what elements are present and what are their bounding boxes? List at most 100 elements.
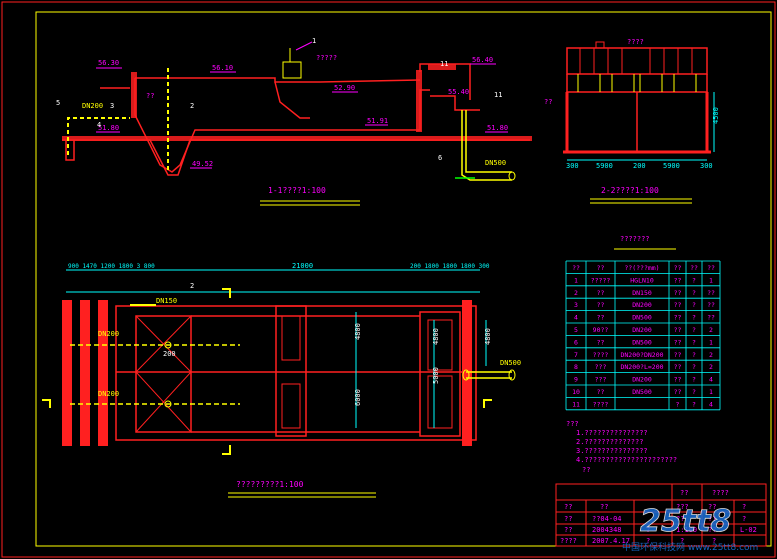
section1-callout-leader-1 <box>295 41 313 51</box>
plan-pipe-dn500: DN500 <box>500 359 521 367</box>
cad-drawing-canvas: ???? ??(???mm)???? ??1????? HGLN10??? 12?? DN… <box>1 1 776 558</box>
table-cell: 2 <box>574 289 578 297</box>
level-label-9: 49.52 <box>192 160 213 168</box>
callout-3: 3 <box>110 102 114 110</box>
section1-outlet-pipe <box>461 110 512 181</box>
plan-view <box>42 269 516 498</box>
table-cell: ???? <box>593 351 609 359</box>
table-cell: ? <box>692 276 696 284</box>
table-cell: ? <box>692 376 696 384</box>
tb-r2-1: ?? <box>600 503 608 511</box>
table-cell: ???? <box>593 400 609 408</box>
notes-line-3: 3.??????????????? <box>576 447 648 455</box>
plan-pipe-dn150: DN150 <box>156 297 177 305</box>
table-cell: ? <box>692 314 696 322</box>
level-label-2: 56.10 <box>212 64 233 72</box>
table-cell: ? <box>692 326 696 334</box>
table-cell: 3 <box>574 301 578 309</box>
equipment-table: ???? ??(???mm)???? ??1????? HGLN10??? 12?? DN… <box>565 248 721 411</box>
level-label-1: 56.30 <box>98 59 119 67</box>
table-cell: DN200 <box>632 376 652 384</box>
callout-11-right: 11 <box>494 91 502 99</box>
table-header-cell: ?? <box>572 264 580 272</box>
plan-total-dim: 21000 <box>292 262 313 270</box>
table-cell: 4 <box>574 314 578 322</box>
table-cell: ?? <box>674 276 682 284</box>
table-cell: ?? <box>674 338 682 346</box>
plan-right-dims: 200 1800 1800 1800 300 <box>410 263 490 270</box>
plan-outer-wall <box>115 305 477 441</box>
table-cell: ? <box>692 388 696 396</box>
table-cell: HGLN10 <box>630 276 654 284</box>
plan-left-wall-2 <box>80 300 90 446</box>
section1-baffle <box>274 81 310 119</box>
plan-inlet-pipes <box>70 344 240 405</box>
watermark: 25tt8 中国环保科技网 www.25tt8.com <box>622 504 758 553</box>
table-cell: 4 <box>709 376 713 384</box>
table-cell: ? <box>692 363 696 371</box>
plan-inlet-chamber <box>135 315 192 433</box>
plan-vdim-4: 4800 <box>484 328 492 345</box>
section1-water-surface <box>135 77 421 83</box>
section2-top-walkway <box>566 47 708 75</box>
notes-line-1: 1.??????????????? <box>576 429 648 437</box>
section1-label-q: ?? <box>146 92 154 100</box>
plan-mid-structure <box>275 305 307 437</box>
level-label-3: 56.40 <box>472 56 493 64</box>
tb-r1-0: ?? <box>680 489 688 497</box>
table-cell: DN500 <box>632 314 652 322</box>
plan-vdim-0: 4800 <box>354 323 362 340</box>
tb-r2-0: ?? <box>564 503 572 511</box>
table-cell: DN200?DN200 <box>620 351 663 359</box>
callout-11-top: 11 <box>440 60 448 68</box>
table-cell: DN200 <box>632 301 652 309</box>
table-cell: ?? <box>597 388 605 396</box>
table-cell: ????? <box>591 276 611 284</box>
tb-r1-1: ???? <box>712 489 729 497</box>
notes-line-4: 4.?????????????????????? <box>576 456 677 464</box>
table-cell: ?? <box>597 289 605 297</box>
table-cell: ?? <box>674 326 682 334</box>
table-header-cell: ?? <box>707 264 715 272</box>
table-cell: 2 <box>709 326 713 334</box>
callout-1: 1 <box>312 37 316 45</box>
section-marker-bottom <box>222 445 231 455</box>
section1-inlet-pipe <box>67 68 169 170</box>
table-cell: ? <box>692 338 696 346</box>
table-cell: ?? <box>674 376 682 384</box>
tb-r3-1: ??04-04 <box>592 515 622 523</box>
table-cell: ?? <box>597 338 605 346</box>
table-cell: 10 <box>572 388 580 396</box>
outer-sheet-border <box>1 1 776 558</box>
table-cell: 6 <box>574 338 578 346</box>
table-cell: ? <box>692 400 696 408</box>
table-cell: ? <box>676 400 680 408</box>
plan-mid-box-top <box>281 315 301 361</box>
tb-r5-0: ???? <box>560 537 577 545</box>
table-cell: ?? <box>674 351 682 359</box>
table-cell: ?? <box>674 363 682 371</box>
table-header-cell: ??(???mm) <box>624 264 659 272</box>
table-cell: 1 <box>709 338 713 346</box>
table-cell: DN200 <box>632 326 652 334</box>
plan-left-wall-3 <box>98 300 108 446</box>
notes-head: ??? <box>566 420 579 428</box>
table-cell: 4 <box>709 400 713 408</box>
level-label-7: 51.80 <box>487 124 508 132</box>
table-cell: DN500 <box>632 338 652 346</box>
table-cell: ??? <box>595 376 607 384</box>
table-cell: ?? <box>674 289 682 297</box>
section1-pipe-end <box>508 171 516 181</box>
section-marker-right <box>483 399 492 408</box>
table-title: ??????? <box>620 235 650 243</box>
section1-pipe-dn200: DN200 <box>82 102 103 110</box>
callout-2: 2 <box>190 102 194 110</box>
table-cell: DN200?L=200 <box>620 363 663 371</box>
tb-r4-0: ?? <box>564 526 572 534</box>
plan-left-wall <box>62 300 72 446</box>
watermark-caption: 中国环保科技网 www.25tt8.com <box>622 541 758 553</box>
table-cell: 2 <box>709 351 713 359</box>
callout-5: 5 <box>56 99 60 107</box>
table-cell: DN500 <box>632 388 652 396</box>
plan-pipe-dn200a: DN200 <box>98 330 119 338</box>
